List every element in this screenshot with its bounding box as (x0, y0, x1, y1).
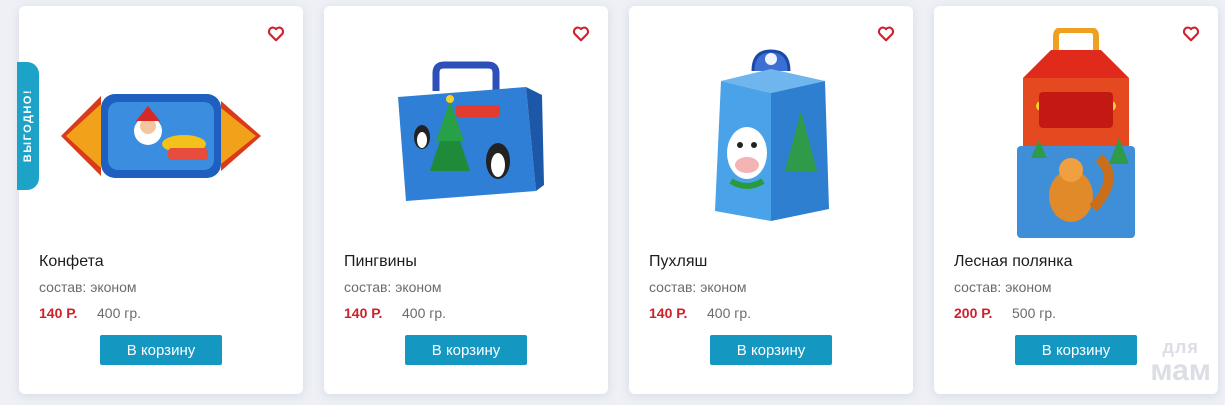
product-composition: состав: эконом (649, 279, 747, 295)
product-image[interactable] (629, 28, 913, 243)
product-title[interactable]: Конфета (39, 253, 104, 271)
product-title[interactable]: Пухляш (649, 253, 707, 271)
product-price: 200 Р. (954, 305, 993, 321)
product-weight: 500 гр. (1012, 305, 1057, 321)
product-card[interactable]: Пухляш состав: эконом 140 Р. 400 гр. В к… (629, 6, 913, 394)
product-price: 140 Р. (344, 305, 383, 321)
product-price: 140 Р. (649, 305, 688, 321)
product-weight: 400 гр. (97, 305, 142, 321)
product-composition: состав: эконом (39, 279, 137, 295)
cow-box-icon (715, 48, 829, 221)
product-grid: ВЫГОДНО! Конфета состав: эконом 140 Р. 4… (17, 6, 1218, 394)
add-to-cart-button[interactable]: В корзину (100, 335, 222, 365)
product-composition: состав: эконом (954, 279, 1052, 295)
candy-box-icon (61, 93, 261, 178)
product-image[interactable] (324, 28, 608, 243)
squirrel-house-box-icon (1017, 28, 1135, 238)
penguin-box-icon (398, 61, 544, 201)
add-to-cart-button[interactable]: В корзину (710, 335, 832, 365)
product-weight: 400 гр. (707, 305, 752, 321)
product-card[interactable]: Лесная полянка состав: эконом 200 Р. 500… (934, 6, 1218, 394)
product-composition: состав: эконом (344, 279, 442, 295)
watermark-line-2: мам (1150, 354, 1211, 387)
add-to-cart-button[interactable]: В корзину (405, 335, 527, 365)
product-price: 140 Р. (39, 305, 78, 321)
product-title[interactable]: Пингвины (344, 253, 417, 271)
site-watermark: для мам (1150, 338, 1211, 386)
product-card[interactable]: ВЫГОДНО! Конфета состав: эконом 140 Р. 4… (17, 6, 303, 394)
add-to-cart-button[interactable]: В корзину (1015, 335, 1137, 365)
product-card[interactable]: Пингвины состав: эконом 140 Р. 400 гр. В… (324, 6, 608, 394)
product-weight: 400 гр. (402, 305, 447, 321)
product-image[interactable] (934, 28, 1218, 243)
product-image[interactable] (19, 28, 303, 243)
product-title[interactable]: Лесная полянка (954, 253, 1073, 271)
